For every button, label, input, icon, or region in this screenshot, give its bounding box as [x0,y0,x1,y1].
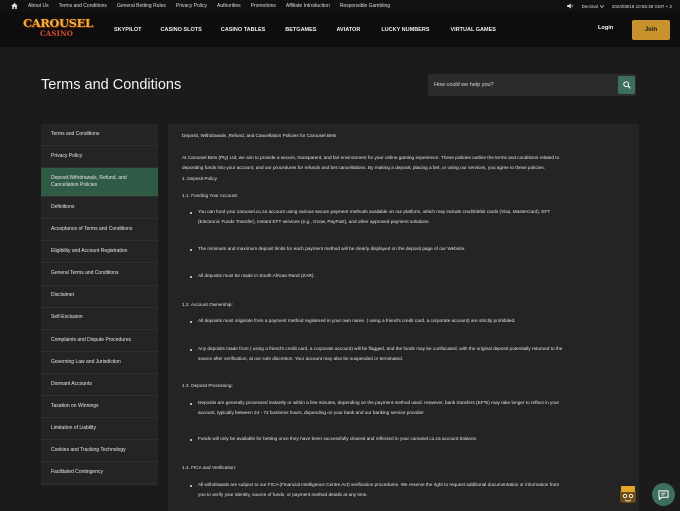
section-account-ownership: 1.2. Account Ownership: [182,302,233,307]
login-button[interactable]: Login [598,25,613,31]
help-search-input[interactable] [428,74,618,96]
nav-casino-slots[interactable]: CASINO SLOTS [161,27,202,33]
carousel-casino-logo[interactable]: CAROUSEL CASINO [23,16,93,42]
sidebar-item-disclaimer[interactable]: Disclaimer [41,286,158,308]
bullet-icon [190,212,192,214]
intro-line-1: At Carousel Bets (Pty) Ltd, we aim to pr… [182,155,560,160]
mascot-icon[interactable] [619,486,637,505]
bullet-icon [190,276,192,278]
link-promotions[interactable]: Promotions [251,3,276,9]
link-authorities[interactable]: Authorities [217,3,241,9]
bullet-zar-deposits: All deposits must be made in South Afric… [198,273,315,278]
nav-skypilot[interactable]: SKYPILOT [114,27,142,33]
bullet-icon [190,249,192,251]
volume-icon[interactable] [566,3,574,9]
link-affiliate[interactable]: Affiliate Introduction [286,3,330,9]
chat-icon [658,489,669,500]
policy-content: Deposit, Withdrawals ,Refund, and Cancel… [168,124,639,511]
bullet-own-name: All deposits must originate from a payme… [198,318,516,323]
nav-aviator[interactable]: AVIATOR [336,27,360,33]
top-utility-bar: About Us Terms and Conditions General Be… [0,0,680,12]
bullet-icon [190,485,192,487]
sidebar-item-terms-and-conditions[interactable]: Terms and Conditions [41,124,158,147]
bullet-icon [190,349,192,351]
bullet-deposit-limits: The minimum and maximum deposit limits f… [198,246,466,251]
sidebar-item-facilitated-contingency[interactable]: Facilitated Contingency [41,462,158,485]
link-terms[interactable]: Terms and Conditions [59,3,107,9]
sidebar-item-general-terms[interactable]: General Terms and Conditions [41,263,158,286]
chevron-down-icon [599,4,604,8]
link-privacy[interactable]: Privacy Policy [176,3,207,9]
link-responsible-gambling[interactable]: Responsible Gambling [340,3,390,9]
sidebar-item-dormant-accounts[interactable]: Dormant Accounts [41,374,158,397]
bullet-processing-time-1: Deposits are generally processed instant… [198,400,560,405]
chat-button[interactable] [652,483,675,506]
nav-virtual-games[interactable]: VIRTUAL GAMES [451,27,496,33]
search-button[interactable] [618,76,635,94]
section-fica-verification: 1.4. FICA and Verification: [182,465,237,470]
logo-word-casino: CASINO [40,29,74,38]
content-heading: Deposit, Withdrawals ,Refund, and Cancel… [182,133,337,138]
nav-betgames[interactable]: BETGAMES [285,27,316,33]
link-about-us[interactable]: About Us [28,3,49,9]
sidebar-item-complaints[interactable]: Complaints and Dispute Procedures [41,330,158,352]
nav-casino-tables[interactable]: CASINO TABLES [221,27,266,33]
bullet-payment-methods-1: You can fund your carousel.co.za account… [198,209,551,214]
sidebar-item-definitions[interactable]: Definitions [41,197,158,220]
sidebar-item-acceptance[interactable]: Acceptance of Terms and Conditions [41,219,158,242]
bullet-fica-2: you to verify your identity, source of f… [198,492,368,497]
nav-lucky-numbers[interactable]: LUCKY NUMBERS [381,27,429,33]
sidebar-item-eligibility[interactable]: Eligibility and Account Registration [41,241,158,264]
utility-links: About Us Terms and Conditions General Be… [28,3,390,9]
bullet-funds-available: Funds will only be available for betting… [198,436,478,441]
logo-word-carousel: CAROUSEL [23,16,93,30]
search-icon [622,81,631,89]
bullet-icon [190,439,192,441]
section-deposit-processing: 1.3. Deposit Processing: [182,383,233,388]
bullet-icon [190,403,192,405]
sidebar-item-limitation-of-liability[interactable]: Limitation of Liability [41,418,158,441]
datetime-display: 2024/08/18 10:55:38 GMT + 2 [611,3,672,9]
bullet-payment-methods-2: (Electronic Funds Transfer), Instant EFT… [198,219,430,224]
intro-line-2: depositing funds into your account, and … [182,165,545,170]
odds-format-select[interactable]: Decimal [582,4,604,9]
bullet-icon [190,321,192,323]
home-icon[interactable] [10,3,18,10]
policy-sidebar: Terms and Conditions Privacy Policy Depo… [41,124,158,486]
odds-format-value: Decimal [581,3,598,9]
page-title: Terms and Conditions [41,77,182,93]
main-navigation: CAROUSEL CASINO SKYPILOT CASINO SLOTS CA… [0,12,680,47]
sidebar-item-governing-law[interactable]: Governing Law and Jurisdiction [41,352,158,374]
sidebar-item-self-exclusion[interactable]: Self-Exclusion [41,308,158,330]
bullet-flagged-deposits-1: Any deposits made from ( using a friend'… [198,346,563,351]
section-funding-account: 1.1. Funding Your Account: [182,193,239,198]
bullet-processing-time-2: account, typically between 24 - 72 busin… [198,410,425,415]
sidebar-item-privacy-policy[interactable]: Privacy Policy [41,146,158,169]
bullet-flagged-deposits-2: source after verification, at our sole d… [198,356,404,361]
join-button[interactable]: Join [632,20,670,40]
sidebar-item-deposit-withdrawals[interactable]: Deposit,Withdrawals, Refund, and Cancell… [41,168,158,198]
sidebar-item-cookies[interactable]: Cookies and Tracking Technology [41,440,158,463]
link-betting-rules[interactable]: General Betting Rules [117,3,166,9]
sidebar-item-taxation[interactable]: Taxation on Winnings [41,396,158,419]
bullet-fica-1: All withdrawals are subject to our FICA … [198,482,560,487]
help-search-box [428,74,636,96]
section-deposit-policy: 1. Deposit Policy [182,176,217,181]
